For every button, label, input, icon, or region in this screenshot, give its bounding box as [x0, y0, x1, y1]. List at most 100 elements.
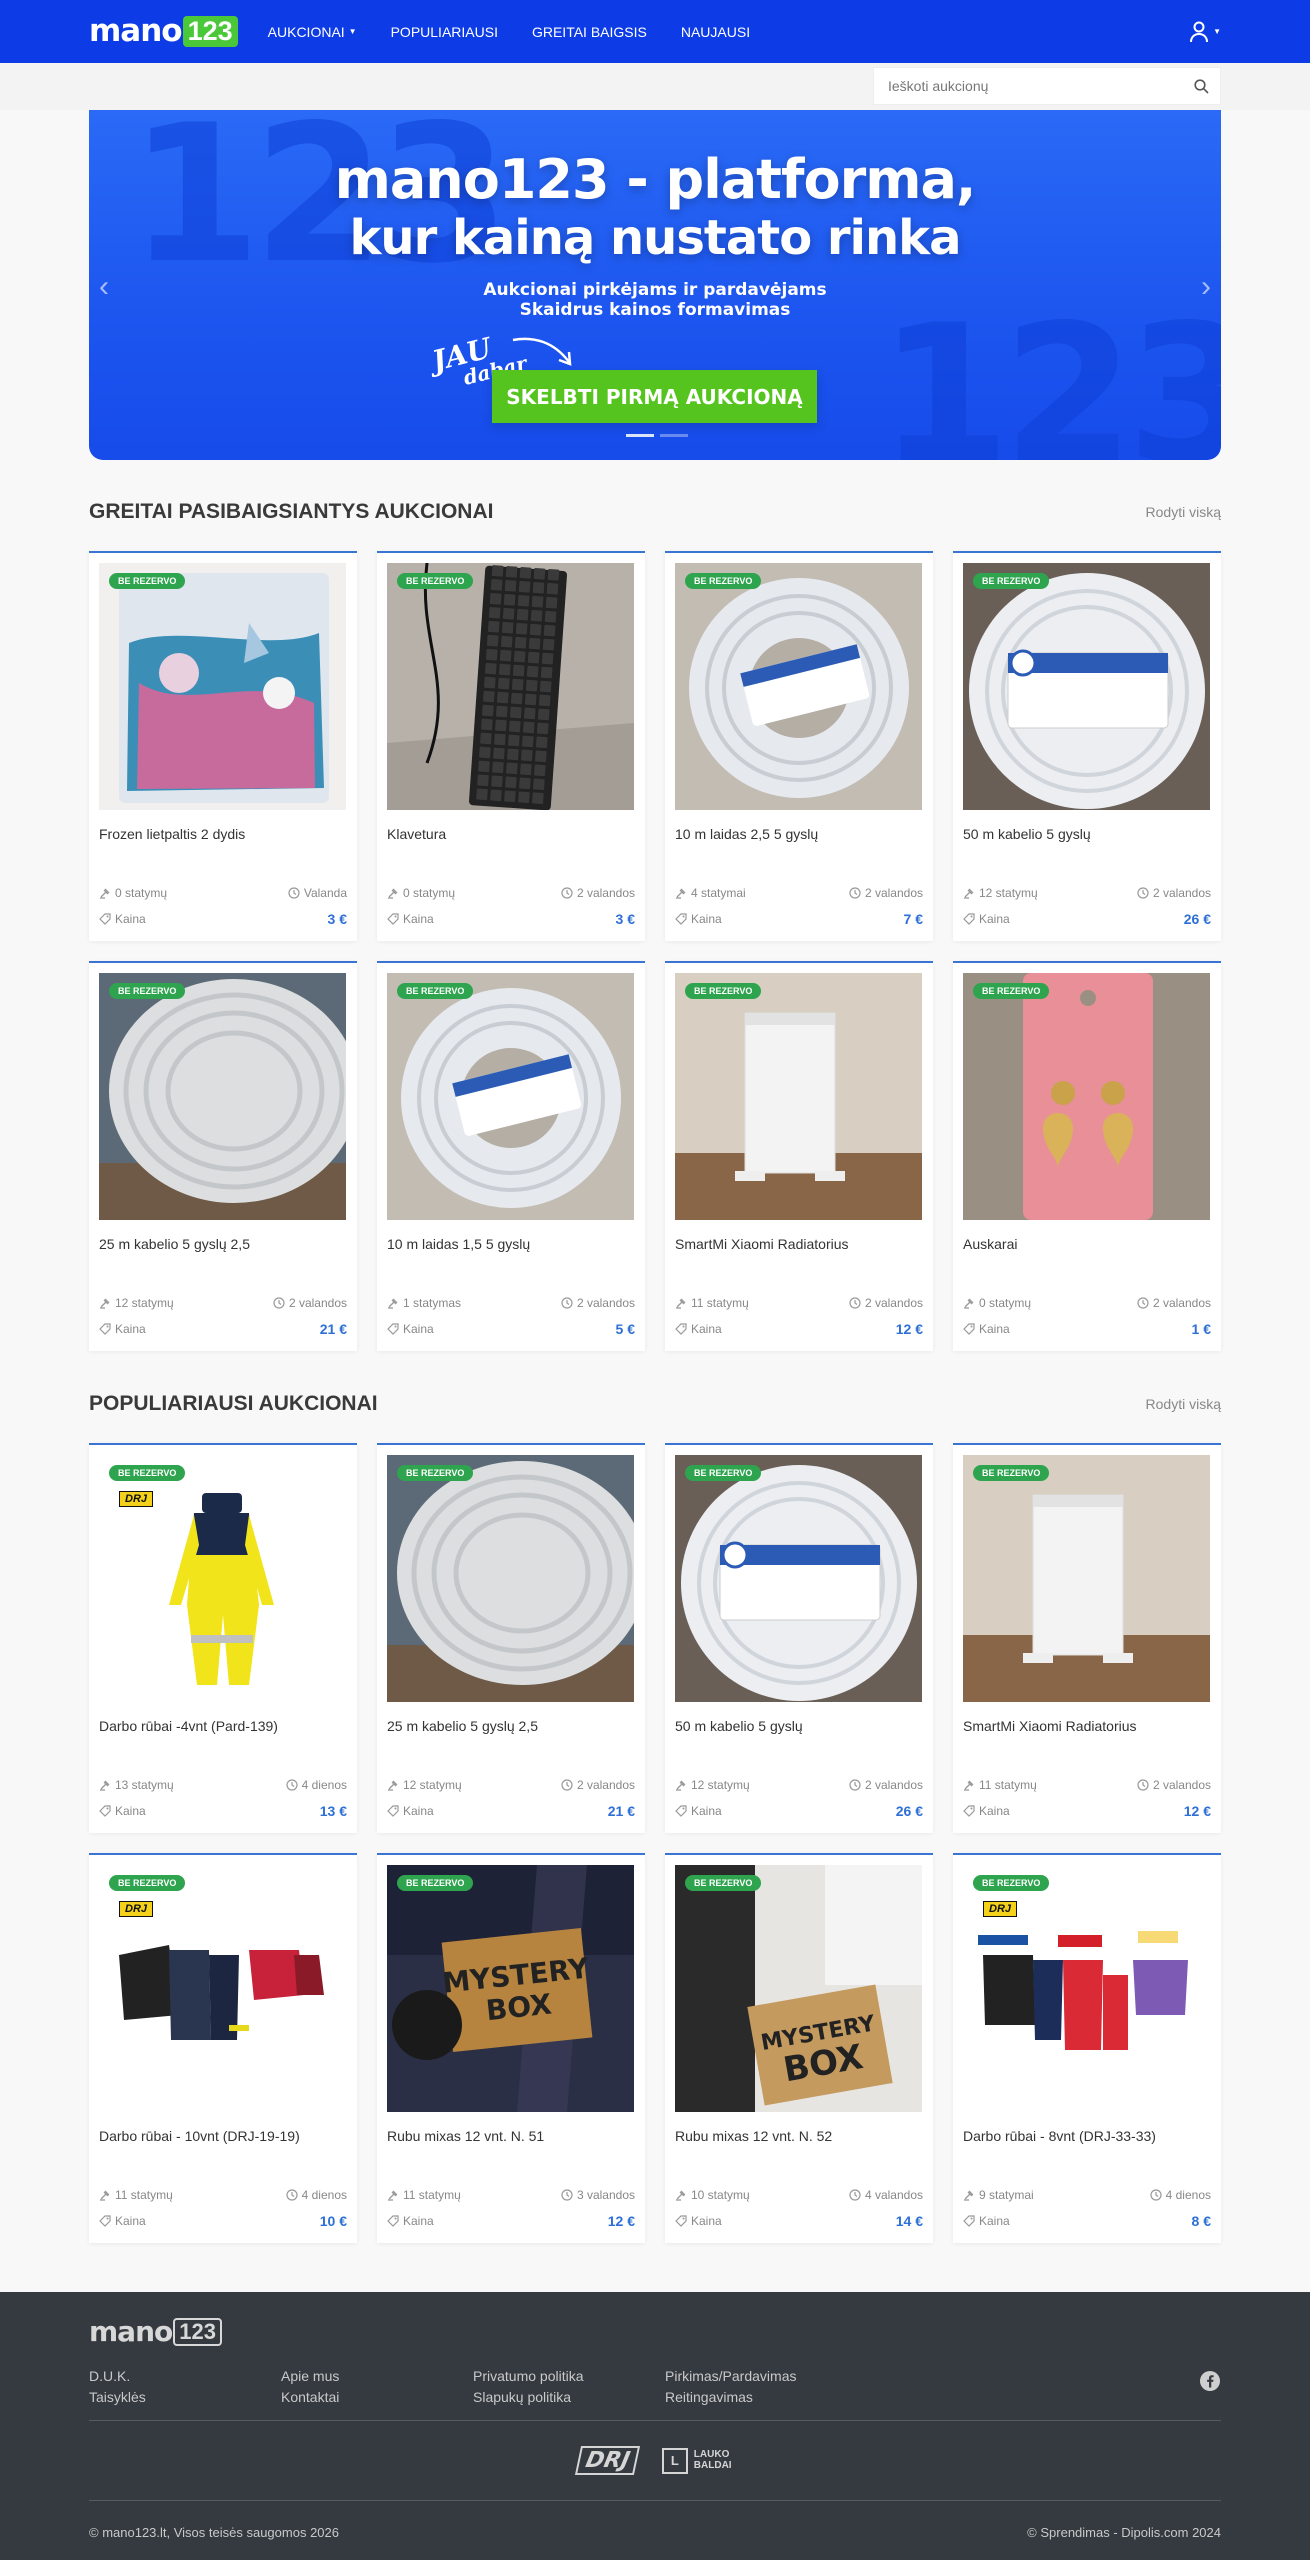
auction-thumbnail[interactable]: MYSTERY BOX [387, 1865, 634, 2112]
footer-link-privacy[interactable]: Privatumo politika [473, 2368, 665, 2384]
footer-link-contacts[interactable]: Kontaktai [281, 2389, 473, 2405]
clock-icon [286, 1779, 298, 1791]
ending-soon-section: GREITAI PASIBAIGSIANTYS AUKCIONAI Rodyti… [89, 497, 1221, 1351]
developer-credit[interactable]: © Sprendimas - Dipolis.com 2024 [1027, 2525, 1221, 2540]
current-price: 26 € [895, 1803, 923, 1819]
footer-link-cookies[interactable]: Slapukų politika [473, 2389, 665, 2405]
no-reserve-badge: BE REZERVO [397, 1875, 474, 1891]
auction-thumbnail[interactable] [675, 563, 922, 810]
auction-title[interactable]: 50 m kabelio 5 gyslų [675, 1718, 803, 1734]
auction-thumbnail[interactable] [99, 973, 346, 1220]
gavel-icon [100, 2190, 110, 2201]
auction-card[interactable]: BE REZERVO 10 m laidas 2,5 5 gyslų 4 staty… [665, 551, 933, 941]
auction-title[interactable]: Darbo rūbai - 8vnt (DRJ-33-33) [963, 2128, 1156, 2144]
auction-thumbnail[interactable] [387, 973, 634, 1220]
carousel-prev-icon[interactable]: ‹ [99, 270, 109, 304]
post-first-auction-button[interactable]: SKELBTI PIRMĄ AUKCIONĄ [492, 370, 817, 423]
price-tag-icon [963, 2215, 975, 2227]
auction-card[interactable]: BE REZERVO SmartMi Xiaomi Radiatorius 11 s… [665, 961, 933, 1351]
nav-popular[interactable]: POPULIARIAUSI [391, 24, 498, 40]
auction-title[interactable]: SmartMi Xiaomi Radiatorius [963, 1718, 1137, 1734]
auction-card[interactable]: BE REZERVO 50 m kabelio 5 gyslų 12 statymų… [953, 551, 1221, 941]
bid-count: 11 statymų [403, 2188, 461, 2202]
auction-card[interactable]: BE REZERVO 25 m kabelio 5 gyslų 2,5 12 sta… [89, 961, 357, 1351]
footer-link-faq[interactable]: D.U.K. [89, 2368, 281, 2384]
auction-title[interactable]: 25 m kabelio 5 gyslų 2,5 [99, 1236, 250, 1252]
lauko-baldai-icon: L [661, 2447, 688, 2474]
auction-thumbnail[interactable] [675, 1455, 922, 1702]
partner2-line2: BALDAI [693, 2459, 732, 2471]
auction-title[interactable]: 10 m laidas 1,5 5 gyslų [387, 1236, 530, 1252]
auction-card[interactable]: BE REZERVO 10 m laidas 1,5 5 gyslų 1 staty… [377, 961, 645, 1351]
auction-card[interactable]: BE REZERVO Klavetura 0 statymų 2 valandos Ka… [377, 551, 645, 941]
nav-auctions-dropdown[interactable]: AUKCIONAI ▼ [268, 24, 357, 40]
clock-icon [561, 1297, 573, 1309]
auction-thumbnail[interactable] [387, 563, 634, 810]
auction-title[interactable]: 10 m laidas 2,5 5 gyslų [675, 826, 818, 842]
auction-card[interactable]: BE REZERVO 25 m kabelio 5 gyslų 2,5 12 sta… [377, 1443, 645, 1833]
auction-title[interactable]: Rubu mixas 12 vnt. N. 51 [387, 2128, 544, 2144]
partner-lauko-baldai-logo[interactable]: L LAUKO BALDAI [661, 2447, 732, 2474]
search-button[interactable] [1182, 68, 1220, 104]
gavel-icon [100, 888, 110, 899]
site-logo[interactable]: mano 123 [89, 0, 238, 63]
user-menu-button[interactable]: ▼ [1189, 21, 1221, 43]
no-reserve-badge: BE REZERVO [973, 573, 1050, 589]
auction-title[interactable]: Darbo rūbai -4vnt (Pard-139) [99, 1718, 278, 1734]
auction-card[interactable]: BE REZERVO 50 m kabelio 5 gyslų 12 statymų… [665, 1443, 933, 1833]
time-left: 4 valandos [864, 2188, 923, 2202]
auction-card[interactable]: MYSTERY BOX BE REZERVO Rubu mixas 12 vnt. N… [665, 1853, 933, 2243]
price-label: Kaina [403, 1322, 434, 1336]
auction-card[interactable]: BE REZERVO DRJ Darbo rūbai - 8vnt (DRJ-33-… [953, 1853, 1221, 2243]
price-label: Kaina [403, 2214, 434, 2228]
auction-thumbnail[interactable] [675, 973, 922, 1220]
auction-title[interactable]: SmartMi Xiaomi Radiatorius [675, 1236, 849, 1252]
price-tag-icon [387, 913, 399, 925]
footer-link-about[interactable]: Apie mus [281, 2368, 473, 2384]
auction-card[interactable]: BE REZERVO Frozen lietpaltis 2 dydis 0 sta… [89, 551, 357, 941]
auction-thumbnail[interactable] [99, 563, 346, 810]
current-price: 7 € [903, 911, 923, 927]
bid-count: 12 statymų [403, 1778, 462, 1792]
carousel-dot[interactable] [660, 434, 688, 437]
auction-title[interactable]: Frozen lietpaltis 2 dydis [99, 826, 245, 842]
show-all-link[interactable]: Rodyti viską [1146, 504, 1221, 520]
auction-card[interactable]: BE REZERVO DRJ Darbo rūbai - 10vnt (DRJ-19… [89, 1853, 357, 2243]
time-left: 2 valandos [576, 886, 635, 900]
caret-down-icon: ▼ [348, 27, 357, 36]
auction-card[interactable]: MYSTERY BOX BE REZERVO Rubu mixas 12 vnt. N… [377, 1853, 645, 2243]
auction-title[interactable]: Klavetura [387, 826, 446, 842]
auction-title[interactable]: 50 m kabelio 5 gyslų [963, 826, 1091, 842]
auction-thumbnail[interactable] [963, 973, 1210, 1220]
footer-link-buy-sell[interactable]: Pirkimas/Pardavimas [665, 2368, 857, 2384]
auction-grid: BE REZERVO DRJ Darbo rūbai -4vnt (Pard-139… [89, 1443, 1221, 2243]
time-left: 2 valandos [1152, 886, 1211, 900]
hero-banner[interactable]: 123 123 mano123 - platforma, kur kainą n… [89, 110, 1221, 460]
nav-auctions-label: AUKCIONAI [267, 23, 345, 40]
auction-card[interactable]: BE REZERVO SmartMi Xiaomi Radiatorius 11 s… [953, 1443, 1221, 1833]
show-all-link[interactable]: Rodyti viską [1146, 1396, 1221, 1412]
footer-logo[interactable]: mano 123 [89, 2318, 222, 2346]
nav-ending-soon[interactable]: GREITAI BAIGSIS [532, 24, 647, 40]
auction-thumbnail[interactable] [963, 563, 1210, 810]
footer-link-rules[interactable]: Taisyklės [89, 2389, 281, 2405]
partner-drj-logo[interactable]: DRJ [575, 2446, 641, 2475]
nav-newest[interactable]: NAUJAUSI [681, 24, 750, 40]
footer-link-ratings[interactable]: Reitingavimas [665, 2389, 857, 2405]
auction-title[interactable]: 25 m kabelio 5 gyslų 2,5 [387, 1718, 538, 1734]
auction-thumbnail[interactable] [963, 1455, 1210, 1702]
carousel-next-icon[interactable]: › [1201, 270, 1211, 304]
gavel-icon [964, 1298, 974, 1309]
price-tag-icon [963, 1805, 975, 1817]
auction-title[interactable]: Auskarai [963, 1236, 1017, 1252]
facebook-icon[interactable] [1199, 2370, 1221, 2392]
carousel-dot[interactable] [626, 434, 654, 437]
clock-icon [1137, 1779, 1149, 1791]
auction-thumbnail[interactable]: MYSTERY BOX [675, 1865, 922, 2112]
auction-title[interactable]: Darbo rūbai - 10vnt (DRJ-19-19) [99, 2128, 300, 2144]
auction-thumbnail[interactable] [387, 1455, 634, 1702]
auction-card[interactable]: BE REZERVO DRJ Darbo rūbai -4vnt (Pard-139… [89, 1443, 357, 1833]
auction-card[interactable]: BE REZERVO Auskarai 0 statymų 2 valandos Kai… [953, 961, 1221, 1351]
search-input[interactable] [874, 68, 1182, 104]
auction-title[interactable]: Rubu mixas 12 vnt. N. 52 [675, 2128, 832, 2144]
